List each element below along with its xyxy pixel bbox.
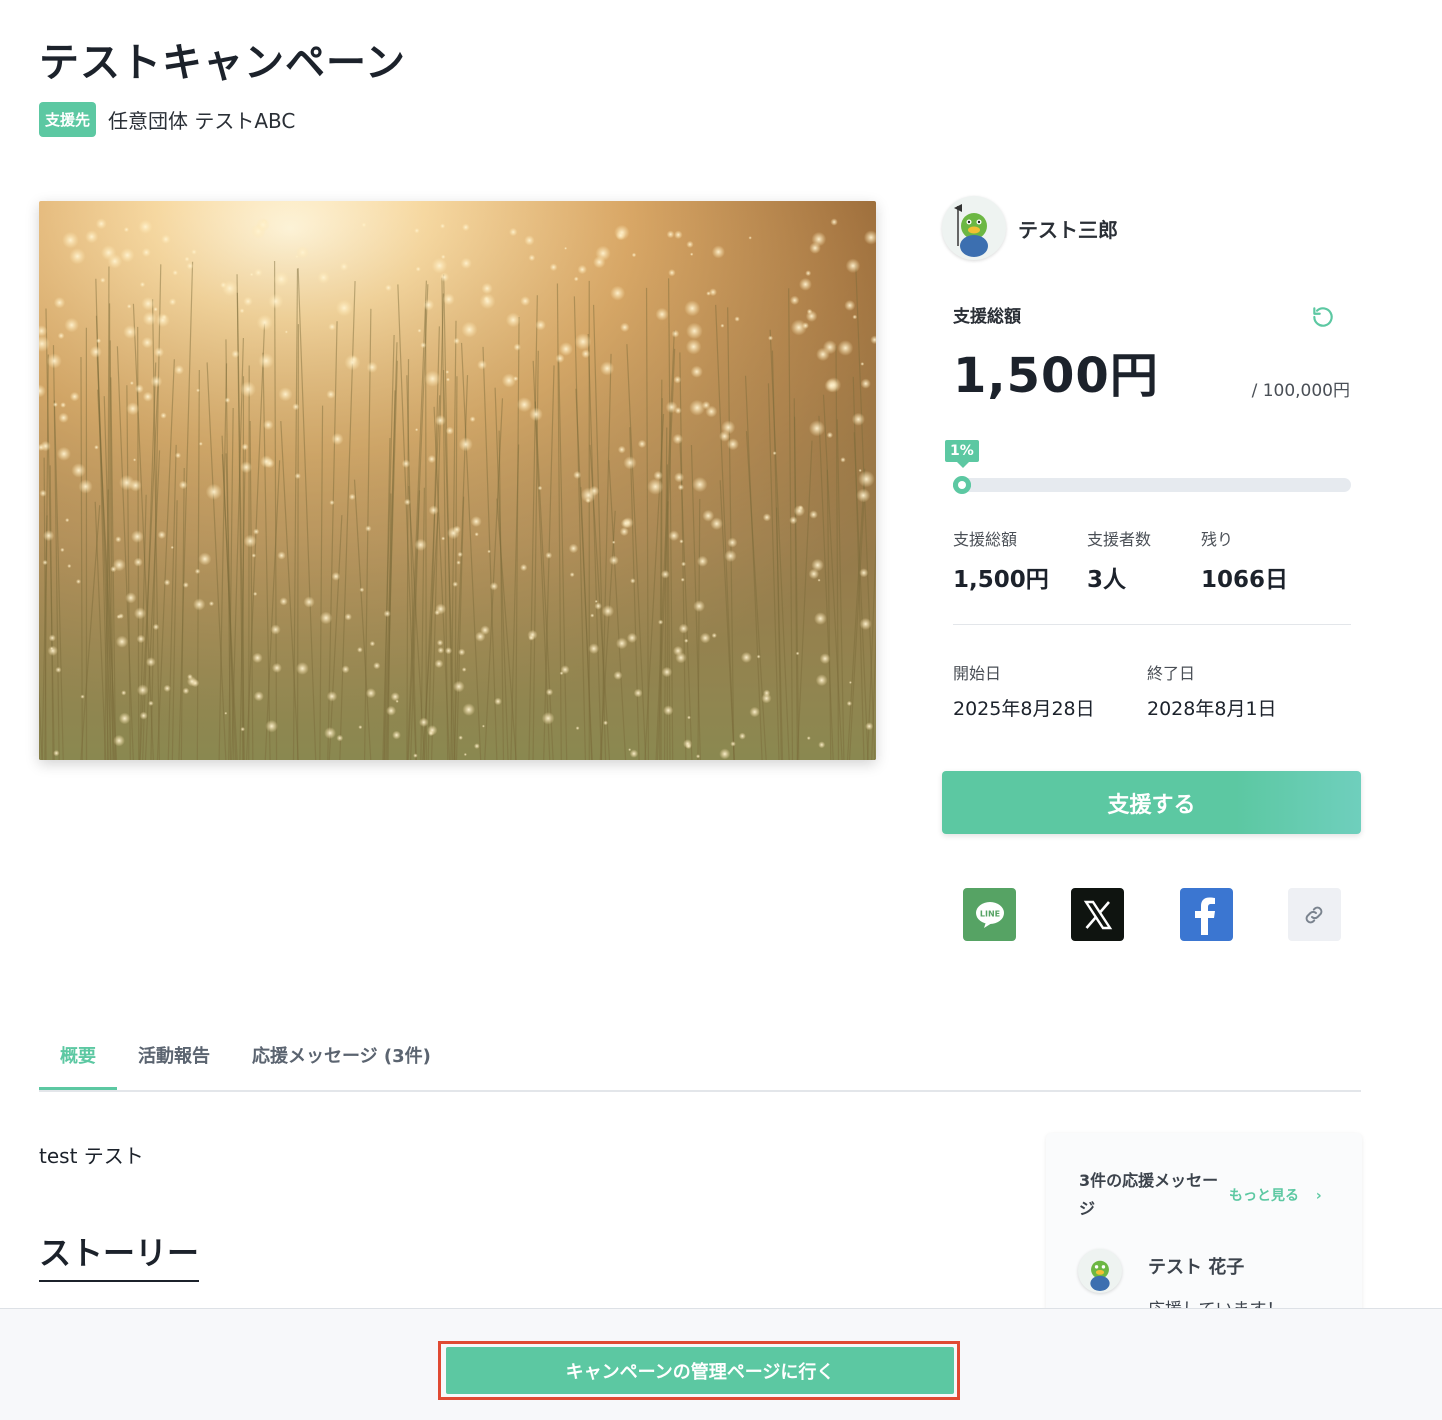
total-amount: 1,500円: [953, 348, 1159, 404]
funding-panel: テスト三郎 支援総額 1,500円 / 100,000円 1% 支援総額 1,5…: [942, 196, 1362, 941]
content-tabs: 概要 活動報告 応援メッセージ (3件): [39, 1030, 1361, 1092]
link-icon[interactable]: [1287, 888, 1341, 941]
progress-bar: [953, 476, 1351, 494]
dates-row: 開始日 2025年8月28日 終了日 2028年8月1日: [953, 660, 1351, 721]
campaign-title: テストキャンペーン: [39, 40, 406, 86]
divider: [953, 624, 1351, 625]
message-author: テスト 花子: [1148, 1257, 1245, 1278]
summary-text: test テスト: [39, 1144, 144, 1168]
svg-text:LINE: LINE: [979, 909, 999, 918]
owner-row[interactable]: テスト三郎: [942, 196, 1362, 260]
tab-overview[interactable]: 概要: [39, 1030, 117, 1090]
stat-label: 支援総額: [953, 530, 1018, 549]
organization-row: 支援先 任意団体 テストABC: [39, 102, 295, 137]
owner-name: テスト三郎: [1018, 217, 1118, 242]
org-badge: 支援先: [39, 102, 97, 137]
date-value: 2028年8月1日: [1147, 698, 1277, 720]
date-label: 終了日: [1147, 664, 1196, 683]
stat-label: 残り: [1201, 530, 1234, 549]
progress-marker: [953, 476, 971, 494]
chevron-right-icon: ›: [1315, 1188, 1322, 1204]
date-label: 開始日: [953, 664, 1002, 683]
share-buttons: LINE: [963, 888, 1341, 941]
line-icon[interactable]: LINE: [963, 888, 1016, 941]
refresh-icon[interactable]: [1310, 304, 1336, 330]
owner-avatar: [942, 196, 1006, 260]
facebook-icon[interactable]: [1179, 888, 1233, 941]
tab-activity-reports[interactable]: 活動報告: [117, 1030, 231, 1090]
support-button[interactable]: 支援する: [942, 771, 1361, 834]
see-more-link[interactable]: もっと見る ›: [1229, 1185, 1322, 1205]
stat-value: 1,500円: [953, 567, 1049, 593]
stats-row: 支援総額 1,500円 支援者数 3人 残り 1066日: [953, 526, 1351, 594]
org-name[interactable]: 任意団体 テストABC: [108, 105, 295, 134]
stat-value: 1066日: [1201, 567, 1289, 593]
stat-remaining: 残り 1066日: [1201, 526, 1288, 594]
stat-value: 3人: [1087, 567, 1127, 593]
sticky-footer: キャンペーンの管理ページに行く: [0, 1308, 1442, 1420]
stat-label: 支援者数: [1087, 530, 1152, 549]
goal-amount: / 100,000円: [1251, 381, 1350, 401]
message-avatar: [1078, 1249, 1122, 1293]
tab-support-messages[interactable]: 応援メッセージ (3件): [231, 1030, 452, 1090]
total-label: 支援総額: [953, 307, 1021, 327]
start-date: 開始日 2025年8月28日: [953, 660, 1147, 721]
date-value: 2025年8月28日: [953, 698, 1095, 720]
manage-campaign-button[interactable]: キャンペーンの管理ページに行く: [446, 1347, 954, 1394]
see-more-label: もっと見る: [1229, 1188, 1299, 1204]
end-date: 終了日 2028年8月1日: [1147, 660, 1277, 721]
progress-percent-badge: 1%: [945, 440, 979, 468]
support-messages-card: 3件の応援メッセージ もっと見る › テスト 花子 応援しています！: [1046, 1133, 1362, 1333]
campaign-hero-image: [39, 201, 876, 760]
x-icon[interactable]: [1071, 888, 1125, 941]
stat-supporters: 支援者数 3人: [1087, 526, 1201, 594]
messages-title: 3件の応援メッセージ: [1079, 1171, 1219, 1218]
story-heading: ストーリー: [39, 1228, 200, 1282]
stat-total: 支援総額 1,500円: [953, 526, 1087, 594]
